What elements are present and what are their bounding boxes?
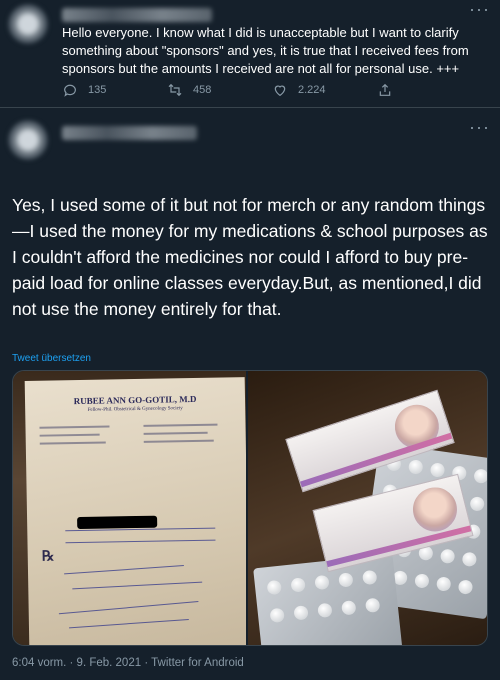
- tweet-media[interactable]: RUBEE ANN GO-GOTIL, M.D Fellow-Phil. Obs…: [12, 370, 488, 646]
- rx-symbol: ℞: [41, 549, 55, 565]
- heart-icon: [274, 85, 286, 97]
- like-button[interactable]: 2.224: [272, 82, 377, 98]
- retweet-button[interactable]: 458: [167, 82, 272, 98]
- tweet-text: Hello everyone. I know what I did is una…: [62, 25, 469, 76]
- more-icon[interactable]: ···: [469, 118, 490, 136]
- tweet-text: Yes, I used some of it but not for merch…: [12, 195, 488, 319]
- retweet-count: 458: [193, 84, 212, 96]
- clinic-line: [143, 423, 218, 427]
- prescription-paper: RUBEE ANN GO-GOTIL, M.D Fellow-Phil. Obs…: [24, 377, 247, 645]
- author-name-redacted: [62, 126, 197, 140]
- retweet-icon: [168, 83, 182, 97]
- handwriting: [69, 618, 189, 629]
- doctor-name: RUBEE ANN GO-GOTIL, M.D: [73, 393, 197, 407]
- handwriting: [58, 601, 199, 615]
- share-icon: [379, 83, 391, 96]
- clinic-line: [143, 439, 214, 443]
- handwriting: [64, 565, 184, 575]
- tweet-timestamp[interactable]: 6:04 vorm. · 9. Feb. 2021 · Twitter for …: [12, 657, 244, 669]
- tweet-actions: 135 458 2.224: [62, 82, 482, 98]
- avatar[interactable]: [8, 4, 48, 44]
- author-name-redacted: [62, 8, 212, 22]
- address-line: [65, 539, 216, 544]
- reply-button[interactable]: 135: [62, 82, 167, 98]
- doctor-subtitle: Fellow-Phil. Obstetrical & Gynecology So…: [87, 406, 183, 413]
- translate-tweet-link[interactable]: Tweet übersetzen: [12, 353, 91, 364]
- handwriting: [72, 581, 203, 590]
- clinic-line: [39, 433, 100, 437]
- avatar[interactable]: [8, 120, 48, 160]
- clinic-line: [39, 441, 106, 445]
- prescription-photo[interactable]: RUBEE ANN GO-GOTIL, M.D Fellow-Phil. Obs…: [13, 371, 247, 645]
- more-icon[interactable]: ···: [469, 0, 490, 18]
- like-count: 2.224: [298, 84, 326, 96]
- reply-icon: [64, 84, 76, 97]
- clinic-line: [143, 431, 208, 435]
- share-button[interactable]: [377, 82, 482, 98]
- medication-photo[interactable]: [248, 371, 487, 645]
- tweet-previous[interactable]: ··· Hello everyone. I know what I did is…: [0, 0, 500, 108]
- redaction-bar: [77, 515, 158, 530]
- box-face-image: [408, 482, 462, 537]
- clinic-line: [39, 425, 110, 429]
- reply-count: 135: [88, 84, 107, 96]
